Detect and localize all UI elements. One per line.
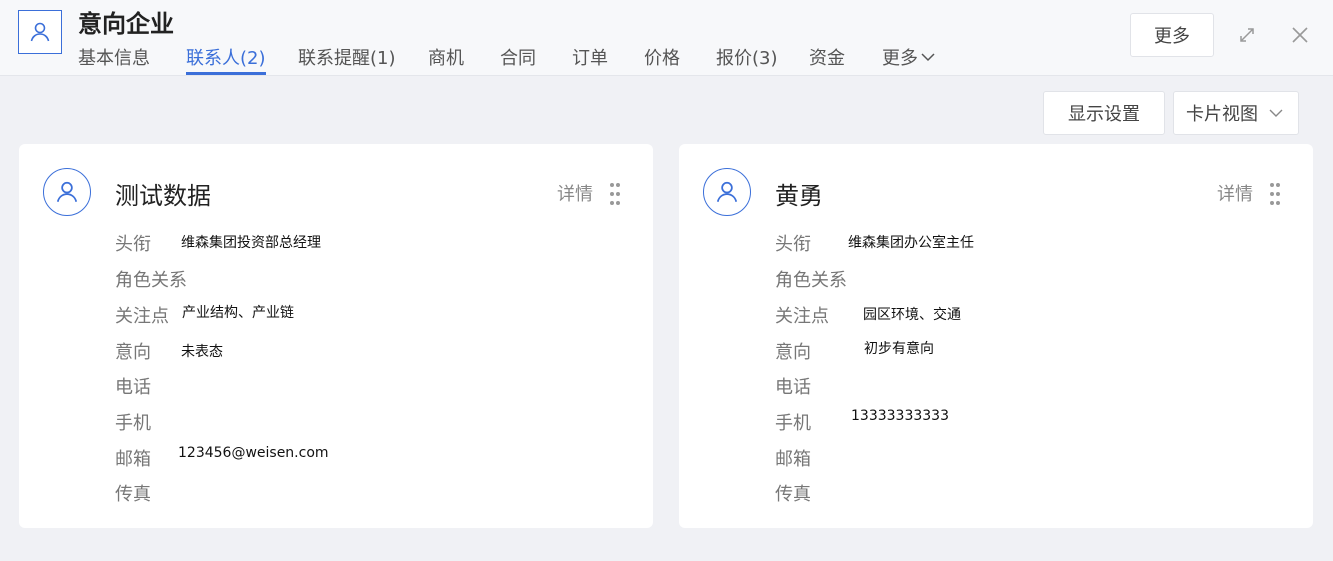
field-value-intent: 未表态 [181, 344, 223, 360]
field-label-title: 头衔 [115, 234, 151, 255]
tab-quotes[interactable]: 报价(3) [716, 44, 778, 70]
chevron-down-icon [1269, 109, 1283, 117]
field-label-mobile: 手机 [115, 413, 151, 434]
field-label-email: 邮箱 [775, 449, 811, 470]
field-label-role: 角色关系 [115, 270, 187, 291]
expand-icon[interactable] [1238, 26, 1256, 48]
tab-prices[interactable]: 价格 [644, 44, 680, 70]
field-label-fax: 传真 [775, 484, 811, 505]
tab-funds[interactable]: 资金 [809, 44, 845, 70]
field-label-intent: 意向 [115, 342, 151, 363]
tab-more[interactable]: 更多 [882, 44, 936, 70]
detail-link[interactable]: 详情 [1217, 180, 1253, 206]
field-label-intent: 意向 [775, 342, 811, 363]
tab-contact-reminders[interactable]: 联系提醒(1) [298, 44, 396, 70]
tab-opportunities[interactable]: 商机 [428, 44, 464, 70]
field-label-focus: 关注点 [775, 306, 829, 327]
view-mode-value: 卡片视图 [1186, 104, 1258, 125]
detail-link[interactable]: 详情 [557, 180, 593, 206]
field-value-focus: 园区环境、交通 [863, 307, 961, 323]
field-label-fax: 传真 [115, 484, 151, 505]
contact-avatar [43, 168, 91, 216]
company-avatar [18, 10, 62, 54]
field-value-title: 维森集团办公室主任 [848, 235, 974, 251]
tab-contacts[interactable]: 联系人(2) [186, 44, 266, 75]
field-value-intent: 初步有意向 [864, 341, 934, 357]
close-icon[interactable] [1291, 26, 1309, 48]
field-label-focus: 关注点 [115, 306, 169, 327]
contact-name: 测试数据 [115, 182, 211, 210]
contact-card: 黄勇 详情 头衔 维森集团办公室主任 角色关系 关注点 园区环境、交通 意向 初… [679, 144, 1313, 528]
record-header: 意向企业 基本信息 联系人(2) 联系提醒(1) 商机 合同 订单 价格 报价(… [0, 0, 1333, 76]
page-title: 意向企业 [78, 10, 174, 38]
user-icon [716, 181, 738, 202]
field-value-mobile: 13333333333 [851, 408, 949, 424]
tab-contracts[interactable]: 合同 [500, 44, 536, 70]
tab-more-label: 更多 [882, 48, 918, 69]
field-label-email: 邮箱 [115, 449, 151, 470]
contact-name: 黄勇 [775, 182, 823, 210]
contact-card: 测试数据 详情 头衔 维森集团投资部总经理 角色关系 关注点 产业结构、产业链 … [19, 144, 653, 528]
drag-handle-icon[interactable] [609, 182, 621, 210]
drag-handle-icon[interactable] [1269, 182, 1281, 210]
user-icon [56, 181, 78, 202]
more-button[interactable]: 更多 [1130, 13, 1214, 57]
field-label-mobile: 手机 [775, 413, 811, 434]
field-value-email: 123456@weisen.com [178, 445, 329, 461]
display-settings-button[interactable]: 显示设置 [1043, 91, 1165, 135]
field-label-phone: 电话 [115, 377, 151, 398]
tab-orders[interactable]: 订单 [572, 44, 608, 70]
field-value-title: 维森集团投资部总经理 [181, 235, 321, 251]
view-mode-select[interactable]: 卡片视图 [1173, 91, 1299, 135]
user-icon [30, 22, 50, 42]
tab-basic-info[interactable]: 基本信息 [78, 44, 150, 70]
chevron-down-icon [921, 53, 935, 62]
field-label-title: 头衔 [775, 234, 811, 255]
field-label-role: 角色关系 [775, 270, 847, 291]
contact-avatar [703, 168, 751, 216]
field-value-focus: 产业结构、产业链 [182, 305, 294, 321]
field-label-phone: 电话 [775, 377, 811, 398]
